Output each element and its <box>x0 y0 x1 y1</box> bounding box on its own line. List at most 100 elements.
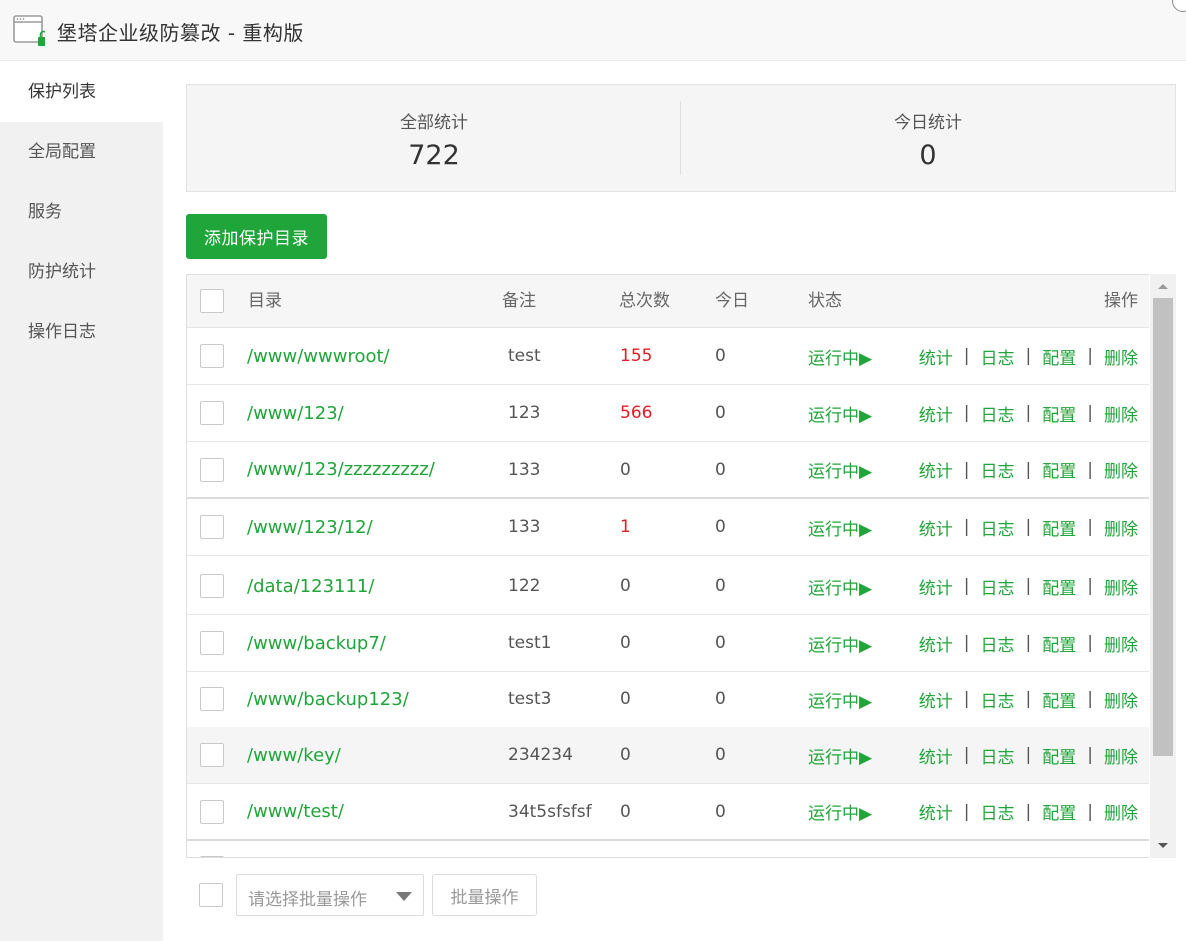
row-config-link[interactable]: 配置 <box>1042 574 1076 599</box>
row-delete-link[interactable]: 删除 <box>1104 799 1138 824</box>
row-log-link[interactable]: 日志 <box>981 574 1015 599</box>
row-checkbox[interactable] <box>200 743 224 767</box>
ops-separator: | <box>1087 459 1093 480</box>
row-stats-link[interactable]: 统计 <box>919 515 953 540</box>
row-dir-link[interactable]: /www/test/ <box>247 784 344 839</box>
table-row: /data/123111/122 0 0 运行中▶ 统计 | 日志 | 配置 | 删除 <box>187 558 1149 615</box>
row-config-link[interactable]: 配置 <box>1042 799 1076 824</box>
scroll-up-arrow-icon[interactable] <box>1150 276 1176 296</box>
row-config-link[interactable]: 配置 <box>1042 743 1076 768</box>
row-checkbox[interactable] <box>200 856 224 857</box>
row-dir-link[interactable]: /www/123/zzzzzzzzz/ <box>247 442 435 497</box>
row-log-link[interactable]: 日志 <box>981 687 1015 712</box>
row-log-link[interactable]: 日志 <box>981 344 1015 369</box>
row-checkbox[interactable] <box>200 458 224 482</box>
row-delete-link[interactable]: 删除 <box>1104 515 1138 540</box>
table-row: /www/key/234234 0 0 运行中▶ 统计 | 日志 | 配置 | 删除 <box>187 727 1149 784</box>
row-delete-link[interactable]: 删除 <box>1104 743 1138 768</box>
table-row: /www/test/34t5sfsfsf 0 0 运行中▶ 统计 | 日志 | 配置 | 删除 <box>187 784 1149 841</box>
row-dir-link[interactable]: /www/backup123/ <box>247 671 409 727</box>
window-close-button[interactable] <box>1172 0 1186 12</box>
row-log-link[interactable]: 日志 <box>981 799 1015 824</box>
row-config-link[interactable]: 配置 <box>1042 344 1076 369</box>
ops-separator: | <box>1025 745 1032 765</box>
row-dir-link[interactable]: /www/wwwroot/ <box>247 328 390 384</box>
row-remark: test1 <box>508 633 552 653</box>
row-status-toggle[interactable]: 运行中▶ <box>808 671 872 727</box>
row-config-link[interactable]: 配置 <box>1042 687 1076 712</box>
row-dir-link[interactable]: /www/key/ <box>247 727 341 783</box>
sidebar-item-global-config[interactable]: 全局配置 <box>0 122 163 182</box>
row-status-toggle[interactable]: 运行中▶ <box>808 558 872 614</box>
row-log-link[interactable]: 日志 <box>981 401 1015 426</box>
row-status-toggle[interactable]: 运行中▶ <box>808 727 872 783</box>
row-checkbox[interactable] <box>200 344 224 368</box>
sidebar-item-operation-log[interactable]: 操作日志 <box>0 302 163 362</box>
row-delete-link[interactable]: 删除 <box>1104 687 1138 712</box>
row-ops: 统计 | 日志 | 配置 | 删除 <box>919 328 1138 384</box>
sidebar-item-service[interactable]: 服务 <box>0 182 163 242</box>
today-stats: 今日统计 0 <box>681 85 1175 191</box>
row-stats-link[interactable]: 统计 <box>919 344 953 369</box>
row-log-link[interactable]: 日志 <box>981 515 1015 540</box>
row-log-link[interactable]: 日志 <box>981 631 1015 656</box>
row-stats-link[interactable]: 统计 <box>919 574 953 599</box>
row-status-toggle[interactable]: 运行中▶ <box>808 442 872 497</box>
row-checkbox[interactable] <box>200 574 224 598</box>
row-stats-link[interactable]: 统计 <box>919 687 953 712</box>
row-delete-link[interactable]: 删除 <box>1104 401 1138 426</box>
row-ops: 统计 | 日志 | 配置 | 删除 <box>919 558 1138 614</box>
row-ops: 统计 | 日志 | 配置 | 删除 <box>919 727 1138 783</box>
add-protect-dir-button[interactable]: 添加保护目录 <box>186 214 327 259</box>
table-row-partial <box>187 842 1149 857</box>
row-status-toggle[interactable]: 运行中▶ <box>808 784 872 839</box>
header-dir: 目录 <box>248 291 282 311</box>
row-config-link[interactable]: 配置 <box>1042 457 1076 482</box>
row-stats-link[interactable]: 统计 <box>919 743 953 768</box>
sidebar-item-protect-stats[interactable]: 防护统计 <box>0 242 163 302</box>
row-today: 0 <box>715 689 726 709</box>
row-delete-link[interactable]: 删除 <box>1104 574 1138 599</box>
row-delete-link[interactable]: 删除 <box>1104 631 1138 656</box>
row-delete-link[interactable]: 删除 <box>1104 344 1138 369</box>
row-today: 0 <box>715 346 726 366</box>
row-delete-link[interactable]: 删除 <box>1104 457 1138 482</box>
ops-separator: | <box>1087 689 1093 709</box>
row-checkbox[interactable] <box>200 631 224 655</box>
row-checkbox[interactable] <box>200 800 224 824</box>
row-dir-link[interactable]: /www/backup7/ <box>247 615 386 671</box>
select-all-checkbox[interactable] <box>200 289 224 313</box>
row-checkbox[interactable] <box>200 515 224 539</box>
sidebar-item-protect-list[interactable]: 保护列表 <box>0 62 163 122</box>
row-today: 0 <box>715 459 726 480</box>
row-stats-link[interactable]: 统计 <box>919 457 953 482</box>
row-dir-link[interactable]: /data/123111/ <box>247 558 374 614</box>
scrollbar-thumb[interactable] <box>1153 298 1173 756</box>
row-checkbox[interactable] <box>200 401 224 425</box>
row-config-link[interactable]: 配置 <box>1042 515 1076 540</box>
table-scrollbar[interactable] <box>1150 274 1176 858</box>
row-stats-link[interactable]: 统计 <box>919 631 953 656</box>
row-ops: 统计 | 日志 | 配置 | 删除 <box>919 499 1138 555</box>
row-status-toggle[interactable]: 运行中▶ <box>808 615 872 671</box>
row-stats-link[interactable]: 统计 <box>919 799 953 824</box>
row-remark: 34t5sfsfsf <box>508 801 592 822</box>
row-status-toggle[interactable]: 运行中▶ <box>808 499 872 555</box>
row-checkbox[interactable] <box>200 687 224 711</box>
row-dir-link[interactable]: /www/123/12/ <box>247 499 373 555</box>
row-log-link[interactable]: 日志 <box>981 457 1015 482</box>
ops-separator: | <box>963 459 970 480</box>
row-status-toggle[interactable]: 运行中▶ <box>808 328 872 384</box>
row-config-link[interactable]: 配置 <box>1042 631 1076 656</box>
row-log-link[interactable]: 日志 <box>981 743 1015 768</box>
row-ops: 统计 | 日志 | 配置 | 删除 <box>919 671 1138 727</box>
batch-operation-button[interactable]: 批量操作 <box>432 874 537 916</box>
row-status-toggle[interactable]: 运行中▶ <box>808 385 872 441</box>
batch-operation-select[interactable]: 请选择批量操作 <box>236 874 424 916</box>
row-dir-link[interactable]: /www/123/ <box>247 385 344 441</box>
row-stats-link[interactable]: 统计 <box>919 401 953 426</box>
batch-select-all-checkbox[interactable] <box>199 883 223 907</box>
total-stats: 全部统计 722 <box>187 85 681 191</box>
scroll-down-arrow-icon[interactable] <box>1150 836 1176 856</box>
row-config-link[interactable]: 配置 <box>1042 401 1076 426</box>
